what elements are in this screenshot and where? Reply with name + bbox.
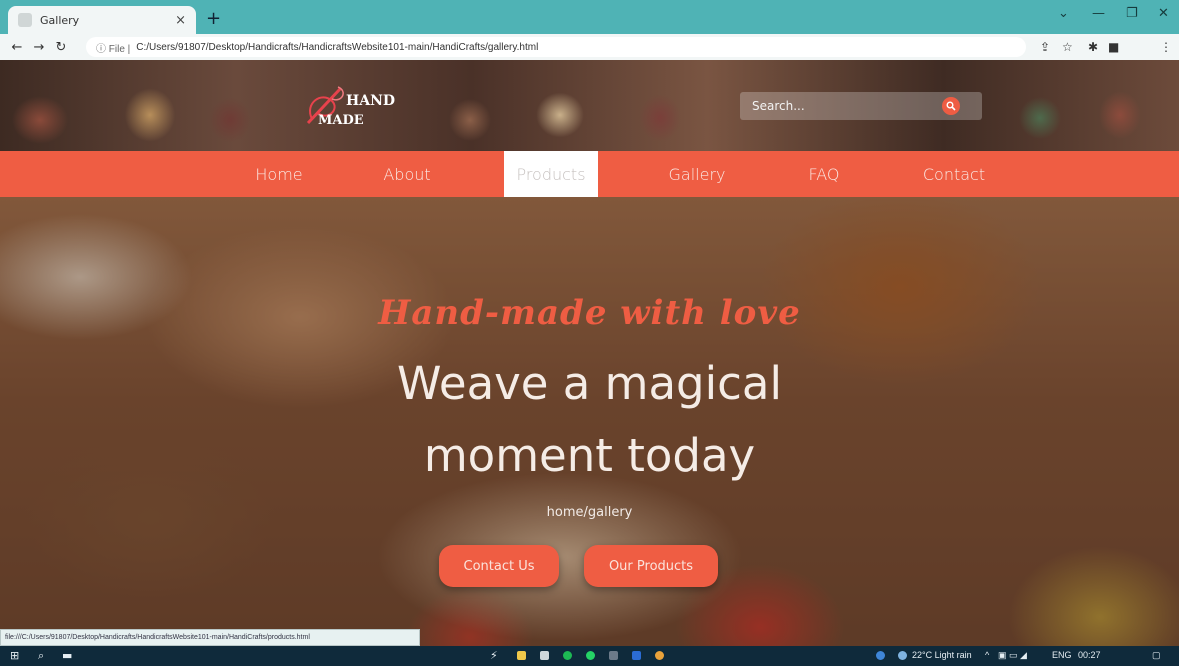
share-icon[interactable]: ⇪ <box>1040 40 1050 54</box>
browser-tab-strip: Gallery × + ⌄ — ❐ ✕ <box>0 0 1179 34</box>
nav-home[interactable]: Home <box>236 151 322 197</box>
search-button[interactable] <box>942 97 960 115</box>
minimize-icon[interactable]: — <box>1092 6 1105 21</box>
new-tab-button[interactable]: + <box>206 8 221 29</box>
tab-title: Gallery <box>40 13 80 27</box>
contact-us-button[interactable]: Contact Us <box>439 545 559 587</box>
address-bar[interactable]: ⓘ File | C:/Users/91807/Desktop/Handicra… <box>86 37 1026 57</box>
bookmark-star-icon[interactable]: ☆ <box>1062 40 1073 54</box>
site-header-banner: HAND MADE <box>0 60 1179 151</box>
breadcrumb: home/gallery <box>546 505 633 520</box>
settings-app-icon[interactable] <box>609 651 618 660</box>
hero-headline-line2: moment today <box>423 429 756 482</box>
close-tab-icon[interactable]: × <box>175 13 186 28</box>
close-window-icon[interactable]: ✕ <box>1158 6 1169 21</box>
tab-search-icon[interactable]: ⌄ <box>1058 6 1069 21</box>
search-input[interactable] <box>752 99 932 113</box>
weather-cloud-icon <box>898 651 907 660</box>
spotify-icon[interactable] <box>563 651 572 660</box>
help-icon[interactable] <box>876 651 885 660</box>
weather-text[interactable]: 22°C Light rain <box>912 650 972 660</box>
vscode-icon[interactable] <box>632 651 641 660</box>
back-icon[interactable]: ← <box>6 40 28 55</box>
file-explorer-icon[interactable] <box>517 651 526 660</box>
page-favicon-icon <box>18 13 32 27</box>
search-box <box>740 92 982 120</box>
site-logo[interactable]: HAND MADE <box>298 75 408 135</box>
tray-chevron-icon[interactable]: ^ <box>985 650 989 660</box>
browser-tab-gallery[interactable]: Gallery × <box>8 6 196 34</box>
forward-icon[interactable]: → <box>28 40 50 55</box>
main-navigation: Home About Products Gallery FAQ Contact <box>0 151 1179 197</box>
logo-line-made: MADE <box>318 113 364 128</box>
nav-faq[interactable]: FAQ <box>786 151 862 197</box>
hero-headline-line1: Weave a magical <box>397 357 782 410</box>
language-indicator[interactable]: ENG <box>1052 650 1072 660</box>
our-products-button[interactable]: Our Products <box>584 545 718 587</box>
site-info-label[interactable]: ⓘ File | <box>96 40 130 55</box>
store-icon[interactable] <box>540 651 549 660</box>
url-text: C:/Users/91807/Desktop/Handicrafts/Handi… <box>136 41 539 53</box>
windows-start-icon[interactable]: ⊞ <box>10 649 19 662</box>
windows-taskbar: ⊞ ⌕ ▬ ⚡ 22°C Light rain ^ ▣ ▭ ◢ ENG 00:2… <box>0 646 1179 666</box>
web-page: HAND MADE Home About Products Gallery FA… <box>0 60 1179 646</box>
reload-icon[interactable]: ↻ <box>50 40 72 55</box>
nav-gallery[interactable]: Gallery <box>652 151 742 197</box>
search-icon <box>946 101 956 111</box>
whatsapp-icon[interactable] <box>586 651 595 660</box>
side-panel-icon[interactable]: ■ <box>1108 40 1119 54</box>
notifications-icon[interactable]: ▢ <box>1152 650 1161 661</box>
hero-tagline: Hand-made with love <box>378 293 801 333</box>
nav-about[interactable]: About <box>364 151 450 197</box>
task-view-icon[interactable]: ▬ <box>62 649 72 662</box>
extensions-icon[interactable]: ✱ <box>1088 40 1098 54</box>
chrome-icon[interactable] <box>655 651 664 660</box>
link-status-bar: file:///C:/Users/91807/Desktop/Handicraf… <box>0 629 420 646</box>
clock[interactable]: 00:27 <box>1078 650 1101 660</box>
browser-toolbar: ← → ↻ ⓘ File | C:/Users/91807/Desktop/Ha… <box>0 34 1179 89</box>
browser-menu-icon[interactable]: ⋮ <box>1160 40 1172 54</box>
maximize-icon[interactable]: ❐ <box>1126 6 1138 21</box>
nav-products[interactable]: Products <box>504 151 598 197</box>
taskbar-search-icon[interactable]: ⌕ <box>38 649 44 663</box>
logo-line-hand: HAND <box>346 93 396 109</box>
taskbar-app-icon[interactable]: ⚡ <box>490 649 498 662</box>
tray-icons[interactable]: ▣ ▭ ◢ <box>998 650 1027 661</box>
hero-section: Hand-made with love Weave a magical mome… <box>0 197 1179 646</box>
nav-contact[interactable]: Contact <box>904 151 1004 197</box>
